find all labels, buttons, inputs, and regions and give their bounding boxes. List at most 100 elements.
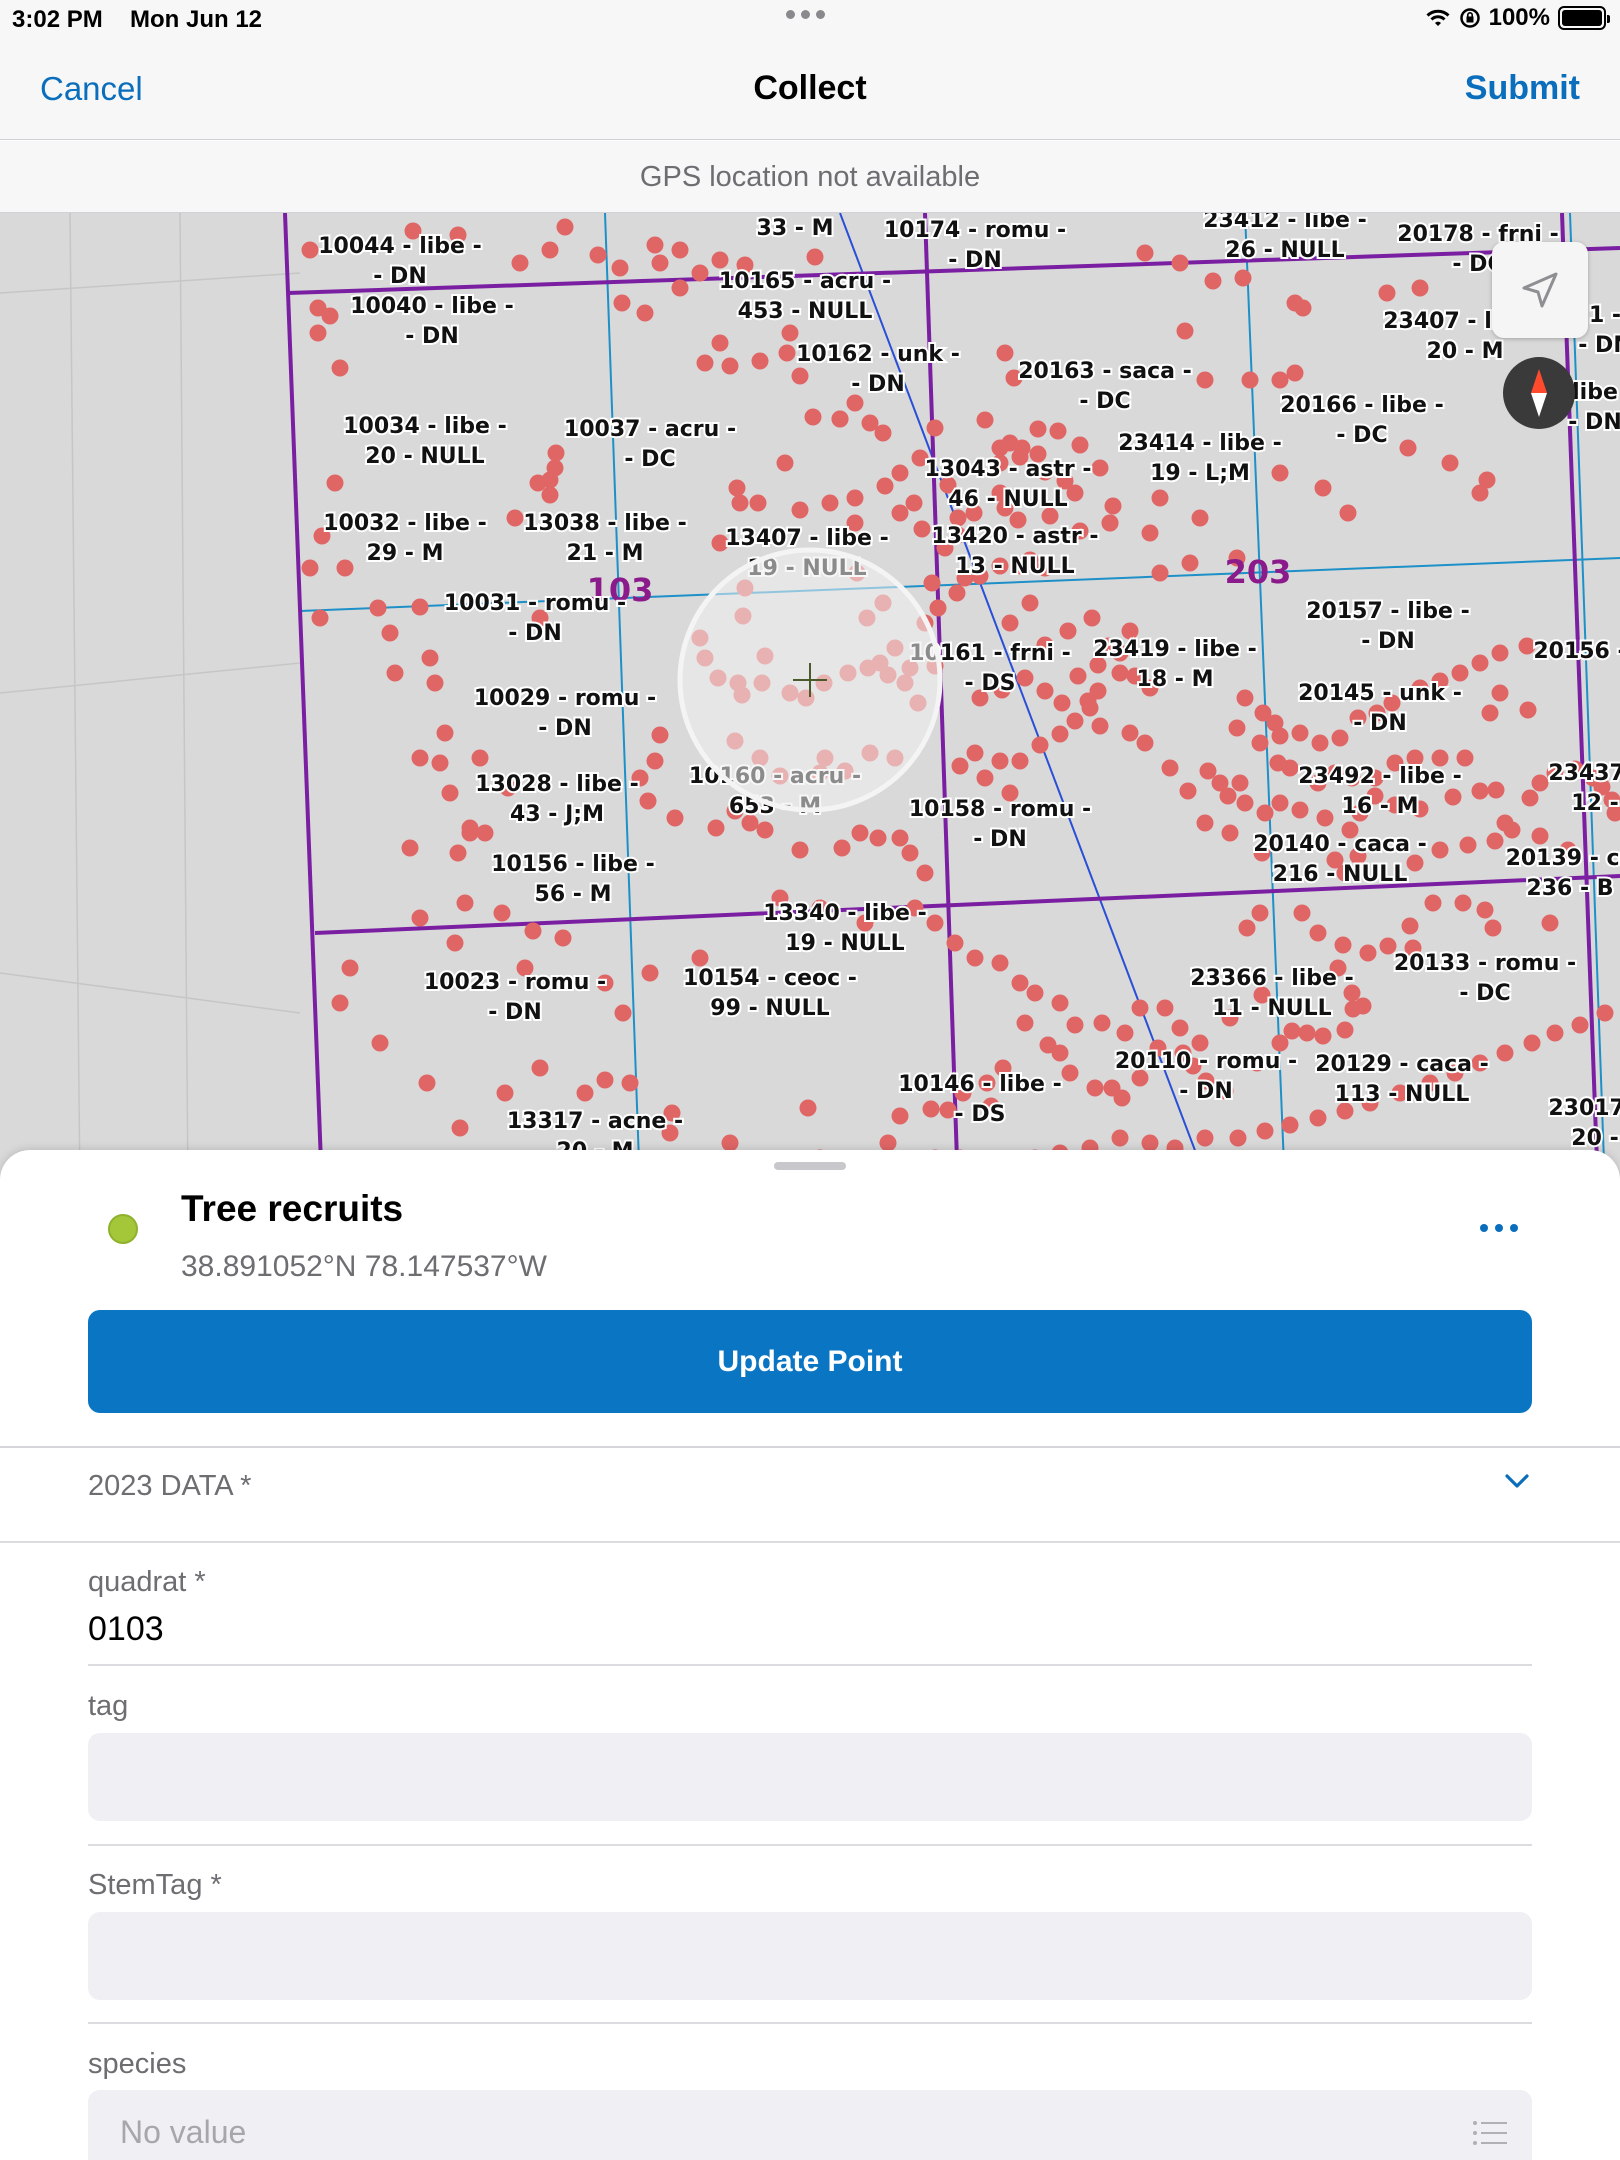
tree-point [336,559,354,577]
tree-point [1411,279,1429,297]
tree-point [1519,701,1537,719]
quadrat-label: quadrat * [88,1566,206,1598]
tree-point [1104,497,1122,515]
tree-point [541,486,559,504]
tree-point [1196,371,1214,389]
multitasking-dots-icon[interactable] [786,10,825,19]
tree-point [851,824,869,842]
tree-point [1283,1022,1301,1040]
tree-point [1444,788,1462,806]
tree-point [1141,524,1159,542]
tree-point [524,922,542,940]
tree-point [671,279,689,297]
tree-point [431,754,449,772]
tree-point [1406,854,1424,872]
map-canvas[interactable]: 103 20310044 - libe -- DN10040 - libe -- … [0,213,1620,1190]
tree-point [1478,471,1496,489]
tree-point [1496,1044,1514,1062]
tree-point [589,246,607,264]
tree-point [547,444,565,462]
tree-point [891,829,909,847]
tree-point [1026,984,1044,1002]
tree-point [1051,994,1069,1012]
tree-point [331,994,349,1012]
tree-point [1481,704,1499,722]
tree-point [1001,614,1019,632]
tree-point [1013,439,1031,457]
tree-point [1271,727,1289,745]
tree-point [1181,554,1199,572]
tree-point [1491,684,1509,702]
tree-point [1079,692,1097,710]
tree-point [1093,1014,1111,1032]
update-point-button[interactable]: Update Point [88,1310,1532,1413]
tree-point [1523,1034,1541,1052]
tree-point [1476,901,1494,919]
tree-point [369,599,387,617]
locate-button[interactable] [1492,242,1588,338]
tree-point [1314,1027,1332,1045]
tree-point [976,769,994,787]
tree-point [869,829,887,847]
submit-button[interactable]: Submit [1465,69,1580,108]
tree-point [321,307,339,325]
map-view[interactable]: 103 203 10044 - libe -- DN 10040 - libe -- … [0,213,1620,1190]
feature-sheet: Tree recruits 38.891052°N 78.147537°W Up… [0,1150,1620,2160]
quadrat-value[interactable]: 0103 [88,1610,164,1649]
tree-point [1256,804,1274,822]
tree-point [1071,436,1089,454]
tree-point [1236,794,1254,812]
tree-point [1171,254,1189,272]
compass-icon[interactable] [1503,357,1575,429]
more-options-icon[interactable] [1480,1224,1518,1232]
tree-point [1293,904,1311,922]
species-label: species [88,2048,187,2080]
tree-point [1424,894,1442,912]
tree-point [749,494,767,512]
tree-point [846,489,864,507]
tag-input[interactable] [88,1733,1532,1821]
tree-point [1011,752,1029,770]
tree-point [1311,734,1329,752]
wifi-icon [1426,9,1450,26]
tree-point [1298,1024,1316,1042]
tree-point [751,352,769,370]
tree-point [1151,564,1169,582]
stemtag-input[interactable] [88,1912,1532,2000]
tree-point [1234,269,1252,287]
tree-point [1069,667,1087,685]
tree-point [991,439,1009,457]
tree-point [471,749,489,767]
tree-point [799,1099,817,1117]
tree-point [418,1074,436,1092]
tree-point [1113,1089,1131,1107]
tree-point [309,324,327,342]
tree-point [1116,1024,1134,1042]
sheet-grabber[interactable] [774,1162,846,1170]
tree-point [1596,1004,1614,1022]
tree-point [301,241,319,259]
species-select[interactable]: No value [88,2090,1532,2160]
tree-point [1546,1024,1564,1042]
tree-point [614,1004,632,1022]
tree-point [576,1084,594,1102]
tree-point [1571,1016,1589,1034]
form-group-header[interactable]: 2023 DATA * [0,1448,1620,1543]
tree-point [1059,622,1077,640]
tree-point [1471,654,1489,672]
tree-point [1136,734,1154,752]
tree-point [1066,484,1084,502]
tree-point [1196,1129,1214,1147]
tree-point [1229,1129,1247,1147]
tree-point [926,419,944,437]
tree-point [948,584,966,602]
tree-point [341,959,359,977]
layer-name: Tree recruits [181,1188,404,1229]
tree-point [436,724,454,742]
tree-point [556,218,574,236]
tree-point [781,324,799,342]
tree-point [946,934,964,952]
tree-point [804,408,822,426]
field-underline [88,1844,1532,1846]
tree-point [696,354,714,372]
